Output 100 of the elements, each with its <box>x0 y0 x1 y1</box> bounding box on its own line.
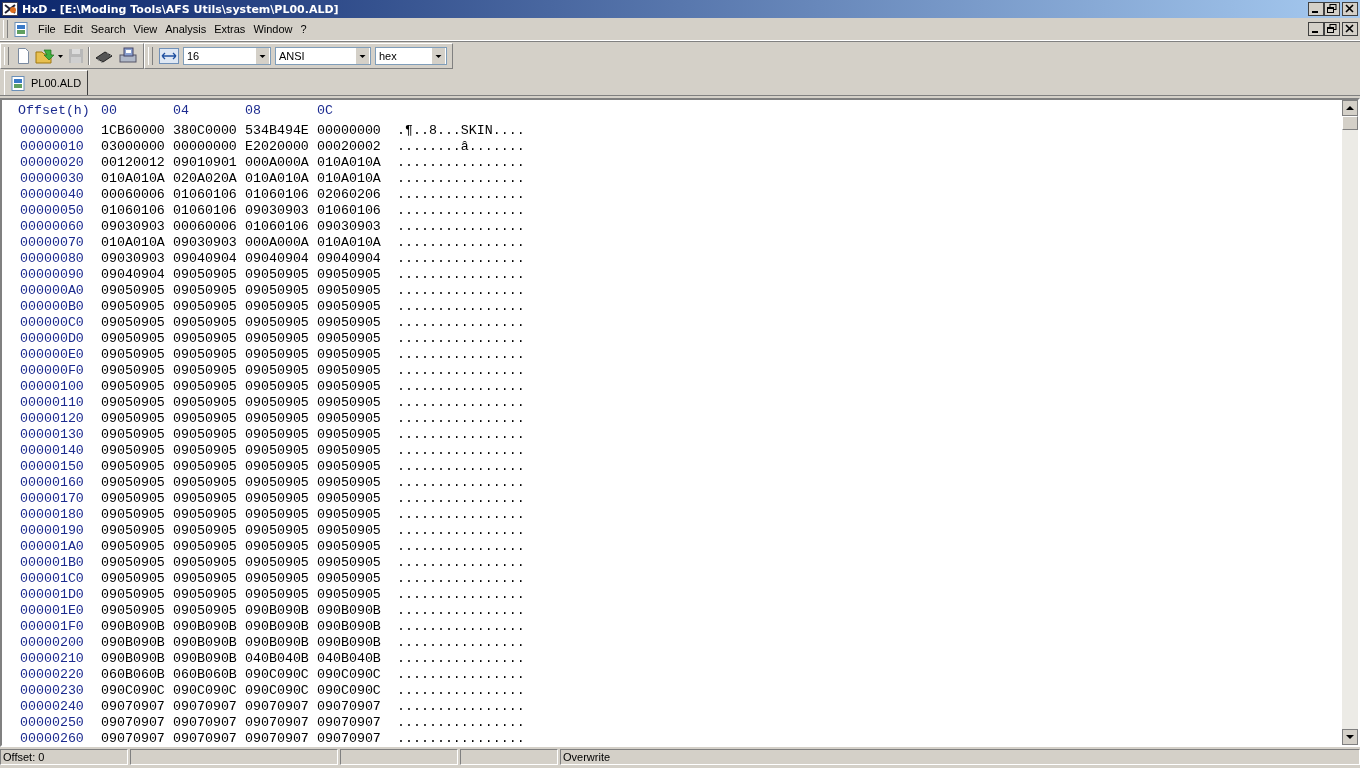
text-bytes[interactable]: ................ <box>397 218 525 234</box>
hex-bytes[interactable]: 09050905 <box>173 474 245 490</box>
hex-bytes[interactable]: 00060006 <box>101 186 173 202</box>
hex-bytes[interactable]: 09050905 <box>245 298 317 314</box>
offset-base-dropdown[interactable]: hex <box>375 47 447 65</box>
hex-bytes[interactable]: 01060106 <box>173 186 245 202</box>
hex-bytes[interactable]: 00000000 <box>317 122 389 138</box>
text-bytes[interactable]: ................ <box>397 426 525 442</box>
hex-bytes[interactable]: 09050905 <box>173 570 245 586</box>
hex-bytes[interactable]: 090B090B <box>101 650 173 666</box>
hex-bytes[interactable]: 010A010A <box>317 234 389 250</box>
hex-bytes[interactable]: 09050905 <box>101 394 173 410</box>
hex-bytes[interactable]: 090C090C <box>245 682 317 698</box>
text-bytes[interactable]: ................ <box>397 410 525 426</box>
hex-bytes[interactable]: 010A010A <box>101 170 173 186</box>
hex-bytes[interactable]: 09050905 <box>317 538 389 554</box>
hex-bytes[interactable]: 09030903 <box>245 202 317 218</box>
hex-bytes[interactable]: 09050905 <box>317 490 389 506</box>
hex-bytes[interactable]: 090C090C <box>173 682 245 698</box>
text-bytes[interactable]: ................ <box>397 682 525 698</box>
hex-bytes[interactable]: 00000000 <box>173 138 245 154</box>
close-icon[interactable] <box>1342 2 1358 16</box>
hex-bytes[interactable]: 09070907 <box>101 698 173 714</box>
hex-bytes[interactable]: 09050905 <box>173 538 245 554</box>
text-bytes[interactable]: ................ <box>397 602 525 618</box>
hex-bytes[interactable]: 09050905 <box>173 362 245 378</box>
hex-bytes[interactable]: 09040904 <box>317 250 389 266</box>
text-bytes[interactable]: ................ <box>397 250 525 266</box>
hex-bytes[interactable]: 01060106 <box>317 202 389 218</box>
hex-bytes[interactable]: 09050905 <box>245 474 317 490</box>
hex-bytes[interactable]: 09070907 <box>173 698 245 714</box>
hex-bytes[interactable]: 09050905 <box>245 346 317 362</box>
hex-bytes[interactable]: 09050905 <box>173 266 245 282</box>
hex-bytes[interactable]: 09050905 <box>317 394 389 410</box>
menu-item[interactable]: Window <box>249 23 297 35</box>
hex-bytes[interactable]: 09050905 <box>317 298 389 314</box>
hex-bytes[interactable]: 090B090B <box>173 618 245 634</box>
hex-bytes[interactable]: 09050905 <box>101 410 173 426</box>
hex-bytes[interactable]: 01060106 <box>245 186 317 202</box>
hex-bytes[interactable]: 09050905 <box>317 378 389 394</box>
hex-bytes[interactable]: 01060106 <box>245 218 317 234</box>
hex-bytes[interactable]: 09030903 <box>173 234 245 250</box>
hex-bytes[interactable]: 09050905 <box>173 314 245 330</box>
text-bytes[interactable]: ................ <box>397 666 525 682</box>
hex-bytes[interactable]: 09050905 <box>317 442 389 458</box>
hex-bytes[interactable]: 090C090C <box>245 666 317 682</box>
minimize-icon[interactable] <box>1308 2 1324 16</box>
hex-bytes[interactable]: 00120012 <box>101 154 173 170</box>
scroll-down-icon[interactable] <box>1342 729 1358 745</box>
hex-bytes[interactable]: 01060106 <box>173 202 245 218</box>
text-bytes[interactable]: ................ <box>397 714 525 730</box>
text-bytes[interactable]: ................ <box>397 266 525 282</box>
hex-bytes[interactable]: 09050905 <box>101 522 173 538</box>
hex-bytes[interactable]: E2020000 <box>245 138 317 154</box>
hex-bytes[interactable]: 09040904 <box>245 250 317 266</box>
hex-bytes[interactable]: 09050905 <box>101 538 173 554</box>
hex-bytes[interactable]: 09070907 <box>317 730 389 745</box>
hex-bytes[interactable]: 09070907 <box>317 714 389 730</box>
text-bytes[interactable]: ................ <box>397 378 525 394</box>
hex-bytes[interactable]: 09050905 <box>173 586 245 602</box>
hex-bytes[interactable]: 010A010A <box>317 154 389 170</box>
hex-bytes[interactable]: 02060206 <box>317 186 389 202</box>
hex-bytes[interactable]: 09070907 <box>245 714 317 730</box>
hex-bytes[interactable]: 09050905 <box>101 314 173 330</box>
hex-bytes[interactable]: 09050905 <box>245 330 317 346</box>
hex-bytes[interactable]: 090B090B <box>101 618 173 634</box>
hex-bytes[interactable]: 090C090C <box>317 666 389 682</box>
hex-bytes[interactable]: 09050905 <box>101 442 173 458</box>
hex-bytes[interactable]: 09050905 <box>245 282 317 298</box>
hex-bytes[interactable]: 09070907 <box>101 714 173 730</box>
text-bytes[interactable]: ................ <box>397 570 525 586</box>
restore-icon[interactable] <box>1324 22 1340 36</box>
file-tab[interactable]: PL00.ALD <box>4 70 89 95</box>
hex-bytes[interactable]: 09050905 <box>245 410 317 426</box>
hex-bytes[interactable]: 09050905 <box>245 362 317 378</box>
hex-bytes[interactable]: 010A010A <box>245 170 317 186</box>
scroll-up-icon[interactable] <box>1342 100 1358 116</box>
hex-bytes[interactable]: 09050905 <box>245 426 317 442</box>
hex-bytes[interactable]: 090B090B <box>245 618 317 634</box>
hex-bytes[interactable]: 09050905 <box>173 426 245 442</box>
menu-item[interactable]: Extras <box>210 23 250 35</box>
hex-bytes[interactable]: 09050905 <box>245 490 317 506</box>
hex-bytes[interactable]: 09050905 <box>317 346 389 362</box>
hex-bytes[interactable]: 09050905 <box>317 266 389 282</box>
hex-bytes[interactable]: 090B090B <box>173 650 245 666</box>
hex-bytes[interactable]: 09050905 <box>245 378 317 394</box>
hex-bytes[interactable]: 020A020A <box>173 170 245 186</box>
hex-bytes[interactable]: 09050905 <box>101 426 173 442</box>
hex-bytes[interactable]: 010A010A <box>101 234 173 250</box>
hex-bytes[interactable]: 1CB60000 <box>101 122 173 138</box>
hex-bytes[interactable]: 060B060B <box>101 666 173 682</box>
charset-dropdown[interactable]: ANSI <box>275 47 371 65</box>
hex-bytes[interactable]: 380C0000 <box>173 122 245 138</box>
hex-bytes[interactable]: 09050905 <box>101 346 173 362</box>
restore-icon[interactable] <box>1324 2 1340 16</box>
hex-bytes[interactable]: 09040904 <box>173 250 245 266</box>
hex-bytes[interactable]: 09050905 <box>101 298 173 314</box>
hex-bytes[interactable]: 09050905 <box>245 506 317 522</box>
hex-bytes[interactable]: 09050905 <box>317 570 389 586</box>
text-bytes[interactable]: ................ <box>397 650 525 666</box>
